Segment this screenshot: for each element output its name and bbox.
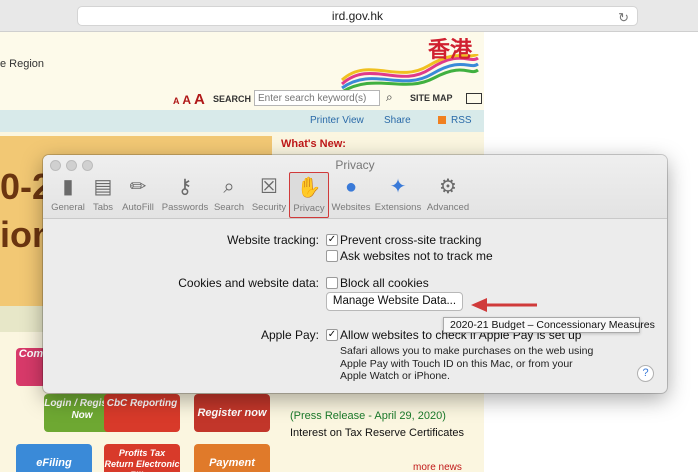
key-icon: ⚷ xyxy=(177,176,193,198)
website-header: e Region 香港 A A A SEARCH ⌕ SITE MAP xyxy=(0,32,484,110)
manage-website-data-button[interactable]: Manage Website Data... xyxy=(326,292,463,311)
website-search-row: A A A SEARCH ⌕ SITE MAP xyxy=(0,88,484,110)
apple-pay-description: Safari allows you to make purchases on t… xyxy=(340,345,594,382)
url-text: ird.gov.hk xyxy=(331,9,384,23)
browser-toolbar: ird.gov.hk ↻ xyxy=(0,0,698,32)
site-map-link[interactable]: SITE MAP xyxy=(410,93,453,103)
tab-advanced[interactable]: ⚙ Advanced xyxy=(425,175,471,215)
cbc-tile[interactable]: CbC Reporting xyxy=(104,394,180,432)
font-small[interactable]: A xyxy=(173,96,180,106)
font-large[interactable]: A xyxy=(194,91,205,108)
globe-icon: ● xyxy=(344,176,358,198)
payment-tile[interactable]: Payment xyxy=(194,444,270,472)
magnifier-icon: ⌕ xyxy=(223,176,235,198)
tab-passwords[interactable]: ⚷ Passwords xyxy=(160,175,210,215)
rss-link[interactable]: RSS xyxy=(438,115,472,126)
tabs-icon: ▤ xyxy=(93,176,113,198)
annotation-arrow xyxy=(471,298,537,312)
search-label: SEARCH xyxy=(213,94,252,104)
hand-icon: ✋ xyxy=(296,177,322,199)
profits-tax-tile[interactable]: Profits Tax Return Electronic Filing xyxy=(104,444,180,472)
mail-icon[interactable] xyxy=(466,93,482,104)
prevent-tracking-label[interactable]: Prevent cross-site tracking xyxy=(340,233,481,247)
region-text: e Region xyxy=(0,58,45,70)
apple-pay-checkbox[interactable]: ✓ xyxy=(326,329,338,341)
puzzle-icon: ✦ xyxy=(389,176,407,198)
printer-view-link[interactable]: Printer View xyxy=(310,115,364,126)
general-icon: ▮ xyxy=(62,176,74,198)
address-bar[interactable]: ird.gov.hk ↻ xyxy=(77,6,638,26)
dialog-titlebar: Privacy ▮ General ▤ Tabs ✏ AutoFill ⚷ Pa… xyxy=(43,155,667,219)
link-tooltip: 2020-21 Budget – Concessionary Measures xyxy=(443,317,655,333)
dialog-title: Privacy xyxy=(335,158,375,172)
ask-not-track-checkbox[interactable] xyxy=(326,250,338,262)
register-tile[interactable]: Register now xyxy=(194,394,270,432)
pencil-icon: ✏ xyxy=(129,176,147,198)
efiling-tile[interactable]: eFiling xyxy=(16,444,92,472)
apple-pay-label: Apple Pay: xyxy=(260,328,319,342)
tab-general[interactable]: ▮ General xyxy=(49,175,87,215)
share-link[interactable]: Share xyxy=(384,115,411,126)
help-button[interactable]: ? xyxy=(637,365,654,382)
website-tracking-label: Website tracking: xyxy=(227,233,319,247)
safari-preferences-dialog: Privacy ▮ General ▤ Tabs ✏ AutoFill ⚷ Pa… xyxy=(43,155,667,393)
hk-logo: 香港 xyxy=(428,38,473,63)
prevent-tracking-checkbox[interactable]: ✓ xyxy=(326,234,338,246)
tab-search[interactable]: ⌕ Search xyxy=(212,175,246,215)
tab-tabs[interactable]: ▤ Tabs xyxy=(90,175,116,215)
website-search-input[interactable] xyxy=(254,90,380,106)
block-cookies-checkbox[interactable] xyxy=(326,277,338,289)
block-cookies-label[interactable]: Block all cookies xyxy=(340,276,429,290)
press-release-title[interactable]: Interest on Tax Reserve Certificates xyxy=(290,427,464,439)
website-utility-bar: Printer View Share RSS xyxy=(0,110,484,132)
press-release-date[interactable]: (Press Release - April 29, 2020) xyxy=(290,410,446,422)
service-tile[interactable]: Com xyxy=(16,348,46,386)
tab-autofill[interactable]: ✏ AutoFill xyxy=(120,175,156,215)
cookies-label: Cookies and website data: xyxy=(178,276,319,290)
whats-new-heading: What's New: xyxy=(281,138,346,150)
tab-websites[interactable]: ● Websites xyxy=(331,175,371,215)
reload-icon[interactable]: ↻ xyxy=(618,9,629,27)
font-size-controls[interactable]: A A A xyxy=(173,91,205,108)
tab-extensions[interactable]: ✦ Extensions xyxy=(374,175,422,215)
gear-icon: ⚙ xyxy=(439,176,457,198)
more-news-link[interactable]: more news xyxy=(413,462,462,472)
ask-not-track-label[interactable]: Ask websites not to track me xyxy=(340,249,493,263)
font-medium[interactable]: A xyxy=(182,93,190,107)
search-icon[interactable]: ⌕ xyxy=(386,90,393,105)
lock-icon: ☒ xyxy=(260,176,278,198)
tab-security[interactable]: ☒ Security xyxy=(249,175,289,215)
tab-privacy[interactable]: ✋ Privacy xyxy=(289,172,329,218)
